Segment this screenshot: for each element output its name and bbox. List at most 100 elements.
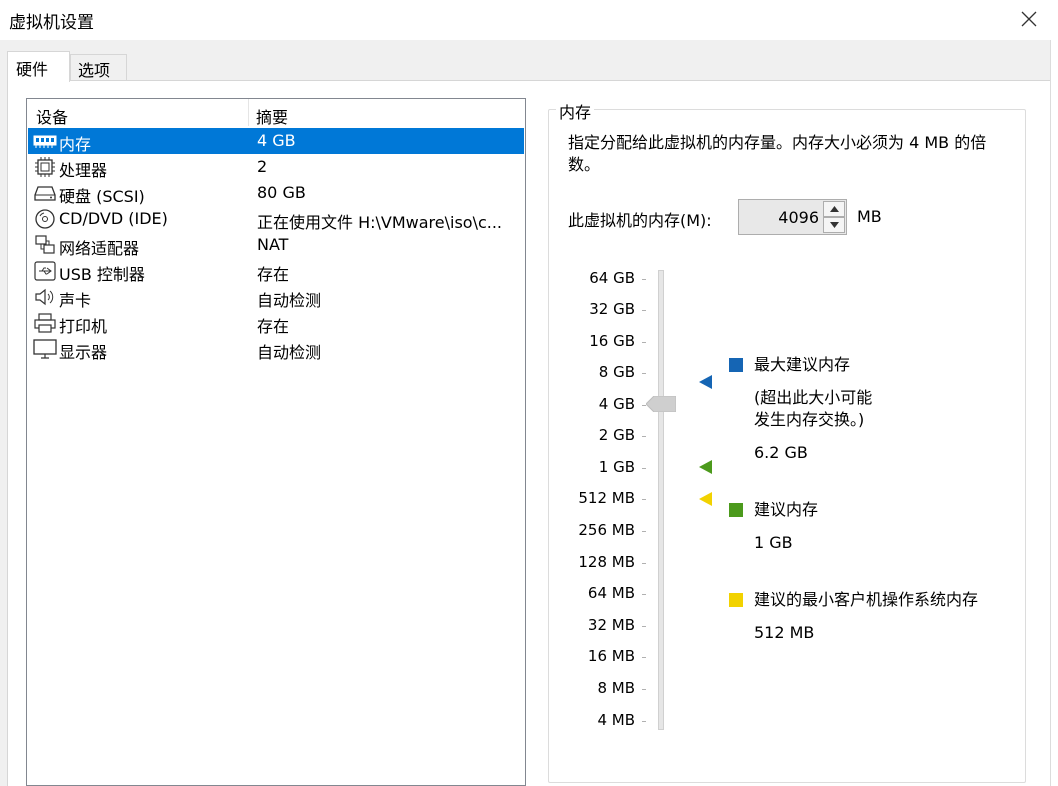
scale-label: 2 GB [598,426,635,444]
scale-label: 8 GB [598,363,635,381]
max-recommended-title: 最大建议内存 [754,355,851,374]
right-edge [1050,40,1058,786]
device-name: 显示器 [59,343,108,362]
scale-tick [642,657,646,658]
min-guest-legend-icon [729,593,743,607]
scale-tick [642,689,646,690]
device-summary: 自动检测 [257,343,322,362]
device-row-display[interactable]: 显示器 自动检测 [28,336,524,362]
recommended-legend-icon [729,503,743,517]
device-name: 内存 [59,135,92,154]
scale-tick [642,721,646,722]
close-icon [1021,11,1037,27]
scale-tick [642,342,646,343]
memory-spinbox[interactable] [738,199,847,235]
column-header-device[interactable]: 设备 [36,104,68,128]
triangle-down-icon [829,222,839,228]
close-button[interactable] [1000,0,1058,38]
network-adapter-icon [35,235,55,254]
processor-icon [35,157,55,177]
scale-tick [642,626,646,627]
device-summary: 4 GB [257,131,296,150]
device-summary: 自动检测 [257,291,322,310]
monitor-icon [33,339,57,359]
device-summary: 2 [257,157,268,176]
tab-options[interactable]: 选项 [70,54,127,80]
device-name: 硬盘 (SCSI) [59,187,145,206]
speaker-icon [35,288,54,306]
recommended-marker-icon [699,460,712,474]
device-name: 网络适配器 [59,239,140,258]
scale-label: 64 MB [587,584,635,602]
device-name: 打印机 [59,317,108,336]
max-recommended-marker-icon [699,375,712,389]
device-row-hard-disk[interactable]: 硬盘 (SCSI) 80 GB [28,180,524,206]
device-summary: 80 GB [257,183,306,202]
scale-tick [642,594,646,595]
scale-label: 16 GB [589,332,635,350]
device-row-memory[interactable]: 内存 4 GB [28,128,524,154]
memory-field-label: 此虚拟机的内存(M): [568,211,712,230]
device-summary: 存在 [257,265,290,284]
scale-label: 32 MB [587,616,635,634]
device-row-usb-controller[interactable]: USB 控制器 存在 [28,258,524,284]
max-recommended-value: 6.2 GB [754,443,808,462]
scale-tick [642,563,646,564]
min-guest-marker-icon [699,492,712,506]
scale-tick [642,531,646,532]
scale-tick [642,310,646,311]
max-recommended-note-line1: (超出此大小可能 [754,388,873,407]
device-row-sound-card[interactable]: 声卡 自动检测 [28,284,524,310]
scale-tick [642,468,646,469]
scale-label: 1 GB [598,458,635,476]
memory-input[interactable] [739,200,823,234]
scale-tick [642,436,646,437]
memory-slider-thumb[interactable] [646,396,676,412]
device-name: 声卡 [59,291,92,310]
device-name: 处理器 [59,161,108,180]
device-summary: NAT [257,235,289,254]
scale-label: 64 GB [589,269,635,287]
memory-slider-track[interactable] [658,270,664,730]
column-header-summary[interactable]: 摘要 [256,104,288,128]
scale-tick [642,279,646,280]
min-guest-value: 512 MB [754,623,815,642]
device-name: USB 控制器 [59,265,145,284]
scale-label: 256 MB [578,521,635,539]
min-guest-title: 建议的最小客户机操作系统内存 [754,590,979,609]
device-row-printer[interactable]: 打印机 存在 [28,310,524,336]
scale-label: 32 GB [589,300,635,318]
device-name: CD/DVD (IDE) [59,209,168,228]
cd-dvd-icon [35,209,55,229]
max-recommended-note-line2: 发生内存交换。) [754,410,865,429]
printer-icon [34,313,56,333]
scale-label: 4 MB [597,711,635,729]
device-summary: 正在使用文件 H:\VMware\iso\c... [257,213,503,232]
scale-label: 128 MB [578,553,635,571]
window-title: 虚拟机设置 [9,13,94,33]
spin-up-button[interactable] [823,201,845,217]
device-list-header: 设备 摘要 [27,99,525,127]
device-row-cd-dvd[interactable]: CD/DVD (IDE) 正在使用文件 H:\VMware\iso\c... [28,206,524,232]
scale-label: 16 MB [587,647,635,665]
tab-hardware[interactable]: 硬件 [7,51,70,82]
hard-disk-icon [34,186,56,201]
recommended-title: 建议内存 [754,500,819,519]
triangle-up-icon [829,206,839,212]
scale-label: 4 GB [598,395,635,413]
recommended-value: 1 GB [754,533,793,552]
scale-tick [642,499,646,500]
spin-down-button[interactable] [823,217,845,233]
device-list[interactable]: 设备 摘要 内存 4 GB 处理器 2 硬盘 (SCSI) 80 GB CD/D… [26,98,526,786]
memory-group-label: 内存 [556,99,595,123]
max-recommended-legend-icon [729,358,743,372]
scale-label: 512 MB [578,489,635,507]
scale-tick [642,373,646,374]
usb-icon [34,261,56,281]
memory-icon [33,135,57,148]
title-bar: 虚拟机设置 [0,0,1058,40]
device-summary: 存在 [257,317,290,336]
memory-description: 指定分配给此虚拟机的内存量。内存大小必须为 4 MB 的倍数。 [568,133,987,174]
device-row-network-adapter[interactable]: 网络适配器 NAT [28,232,524,258]
device-row-processor[interactable]: 处理器 2 [28,154,524,180]
